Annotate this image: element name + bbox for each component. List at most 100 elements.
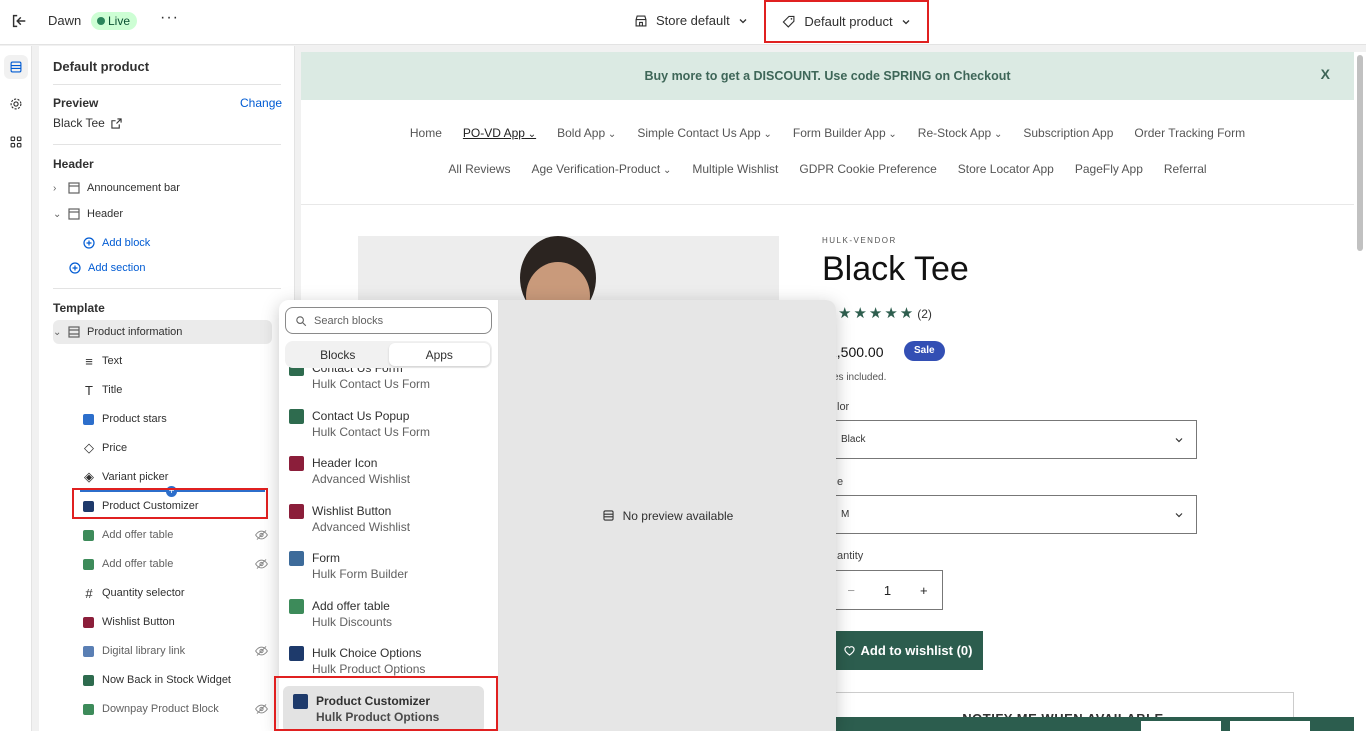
price-tag-icon: ◇ xyxy=(84,440,94,455)
stock-app-icon xyxy=(83,674,94,686)
nav-link[interactable]: GDPR Cookie Preference xyxy=(799,162,936,176)
variant-icon: ◈ xyxy=(84,469,94,484)
block-item[interactable]: ◇ Price xyxy=(82,436,272,460)
app-block-item[interactable]: Form Hulk Form Builder xyxy=(279,543,498,590)
add-section-button[interactable]: Add section xyxy=(68,256,258,280)
nav-link[interactable]: Form Builder App xyxy=(793,126,897,140)
nav-link[interactable]: PO-VD App xyxy=(463,126,536,140)
app-embeds-nav-button[interactable] xyxy=(4,130,28,154)
nav-link[interactable]: Referral xyxy=(1164,162,1207,176)
nav-link[interactable]: Home xyxy=(410,126,442,140)
exit-icon[interactable] xyxy=(10,12,28,30)
app-block-item[interactable]: Wishlist Button Advanced Wishlist xyxy=(279,496,498,543)
search-icon xyxy=(296,315,307,326)
plus-circle-icon xyxy=(82,236,96,250)
quantity-label: antity xyxy=(837,550,864,562)
hash-icon: # xyxy=(85,585,93,601)
more-actions-button[interactable]: ··· xyxy=(160,9,179,27)
block-label: Downpay Product Block xyxy=(102,703,219,715)
block-label: Now Back in Stock Widget xyxy=(102,674,231,686)
nav-link[interactable]: All Reviews xyxy=(448,162,510,176)
nav-link[interactable]: Age Verification-Product xyxy=(531,162,671,176)
color-label: lor xyxy=(837,401,850,413)
nav-link[interactable]: PageFly App xyxy=(1075,162,1143,176)
block-item[interactable]: Product stars xyxy=(82,407,272,431)
quantity-value[interactable]: 1 xyxy=(884,583,891,598)
block-item[interactable]: Downpay Product Block xyxy=(82,697,272,721)
sections-nav-button[interactable] xyxy=(4,55,28,79)
section-announcement-bar[interactable]: › Announcement bar xyxy=(53,176,272,200)
nav-link[interactable]: Re-Stock App xyxy=(918,126,1003,140)
left-rail xyxy=(0,46,32,731)
section-header[interactable]: ⌄ Header xyxy=(53,202,272,226)
hidden-eye-icon[interactable] xyxy=(255,558,268,573)
block-item[interactable]: ◈ Variant picker xyxy=(82,465,272,489)
app-block-item[interactable]: Contact Us Popup Hulk Contact Us Form xyxy=(279,401,498,448)
block-label: Text xyxy=(102,355,123,367)
block-item[interactable]: Add offer table xyxy=(82,552,272,576)
chevron-down-icon[interactable]: ⌄ xyxy=(53,209,67,220)
add-to-wishlist-button[interactable]: Add to wishlist (0) xyxy=(832,631,983,670)
hidden-eye-icon[interactable] xyxy=(255,529,268,544)
nav-link[interactable]: Subscription App xyxy=(1023,126,1113,140)
heart-icon xyxy=(843,646,855,656)
block-item[interactable]: # Quantity selector xyxy=(82,581,272,605)
section-product-information[interactable]: ⌄ Product information xyxy=(53,320,272,344)
title-icon: T xyxy=(85,382,93,398)
block-item[interactable]: Wishlist Button xyxy=(82,610,272,634)
preview-scrollbar[interactable] xyxy=(1354,52,1366,731)
preview-product[interactable]: Black Tee xyxy=(53,116,122,130)
nav-link[interactable]: Bold App xyxy=(557,126,616,140)
preview-label: Preview xyxy=(53,96,99,110)
nav-link[interactable]: Order Tracking Form xyxy=(1134,126,1245,140)
nav-link[interactable]: Multiple Wishlist xyxy=(692,162,778,176)
theme-settings-nav-button[interactable] xyxy=(4,92,28,116)
main-nav-row-1: Home PO-VD App Bold App Simple Contact Us A… xyxy=(301,126,1354,140)
divider xyxy=(53,84,281,85)
highlight-product-customizer-block xyxy=(72,488,268,519)
app-block-name: Hulk Choice Options xyxy=(312,646,422,660)
announcement-text: Buy more to get a DISCOUNT. Use code SPR… xyxy=(644,69,1011,83)
template-selector[interactable]: Default product xyxy=(764,0,929,43)
app-block-item[interactable]: Add offer table Hulk Discounts xyxy=(279,591,498,638)
increase-quantity-button[interactable]: + xyxy=(920,583,928,598)
block-preview-area: No preview available xyxy=(499,300,836,731)
block-label: Title xyxy=(102,384,123,396)
search-blocks-input[interactable]: Search blocks xyxy=(285,307,492,334)
picker-tabs: Blocks Apps xyxy=(285,341,492,368)
block-item[interactable]: ≡ Text xyxy=(82,349,272,373)
store-icon xyxy=(635,15,647,26)
hidden-eye-icon[interactable] xyxy=(255,645,268,660)
section-label: Announcement bar xyxy=(87,182,180,194)
offer-app-icon xyxy=(83,529,94,541)
add-block-button[interactable]: Add block xyxy=(82,231,262,255)
app-block-item[interactable]: Header Icon Advanced Wishlist xyxy=(279,448,498,495)
app-block-source: Advanced Wishlist xyxy=(312,472,411,486)
chevron-right-icon[interactable]: › xyxy=(53,183,67,194)
block-item[interactable]: Now Back in Stock Widget xyxy=(82,668,272,692)
block-label: Wishlist Button xyxy=(102,616,175,628)
chevron-down-icon[interactable]: ⌄ xyxy=(53,327,67,338)
apps-icon xyxy=(10,136,22,148)
block-item[interactable]: T Title xyxy=(82,378,272,402)
close-icon[interactable]: X xyxy=(1321,66,1330,82)
block-item[interactable]: Add offer table xyxy=(82,523,272,547)
decrease-quantity-button[interactable]: − xyxy=(847,583,855,598)
nav-link[interactable]: Simple Contact Us App xyxy=(637,126,772,140)
add-to-wishlist-label: Add to wishlist (0) xyxy=(860,643,973,658)
sections-icon xyxy=(10,61,22,73)
header-group-title: Header xyxy=(53,157,94,171)
size-select[interactable]: M xyxy=(832,495,1197,534)
product-rating: ★★★★★ (2) xyxy=(838,304,932,322)
section-icon xyxy=(67,181,81,195)
store-selector[interactable]: Store default xyxy=(634,13,748,28)
tab-apps[interactable]: Apps xyxy=(388,343,490,366)
change-preview-link[interactable]: Change xyxy=(240,96,282,110)
product-price: 1,500.00 xyxy=(829,344,884,360)
gear-icon xyxy=(10,98,22,110)
tab-blocks[interactable]: Blocks xyxy=(287,343,389,366)
hidden-eye-icon[interactable] xyxy=(255,703,268,718)
block-item[interactable]: Digital library link xyxy=(82,639,272,663)
nav-link[interactable]: Store Locator App xyxy=(958,162,1054,176)
color-select[interactable]: Black xyxy=(832,420,1197,459)
